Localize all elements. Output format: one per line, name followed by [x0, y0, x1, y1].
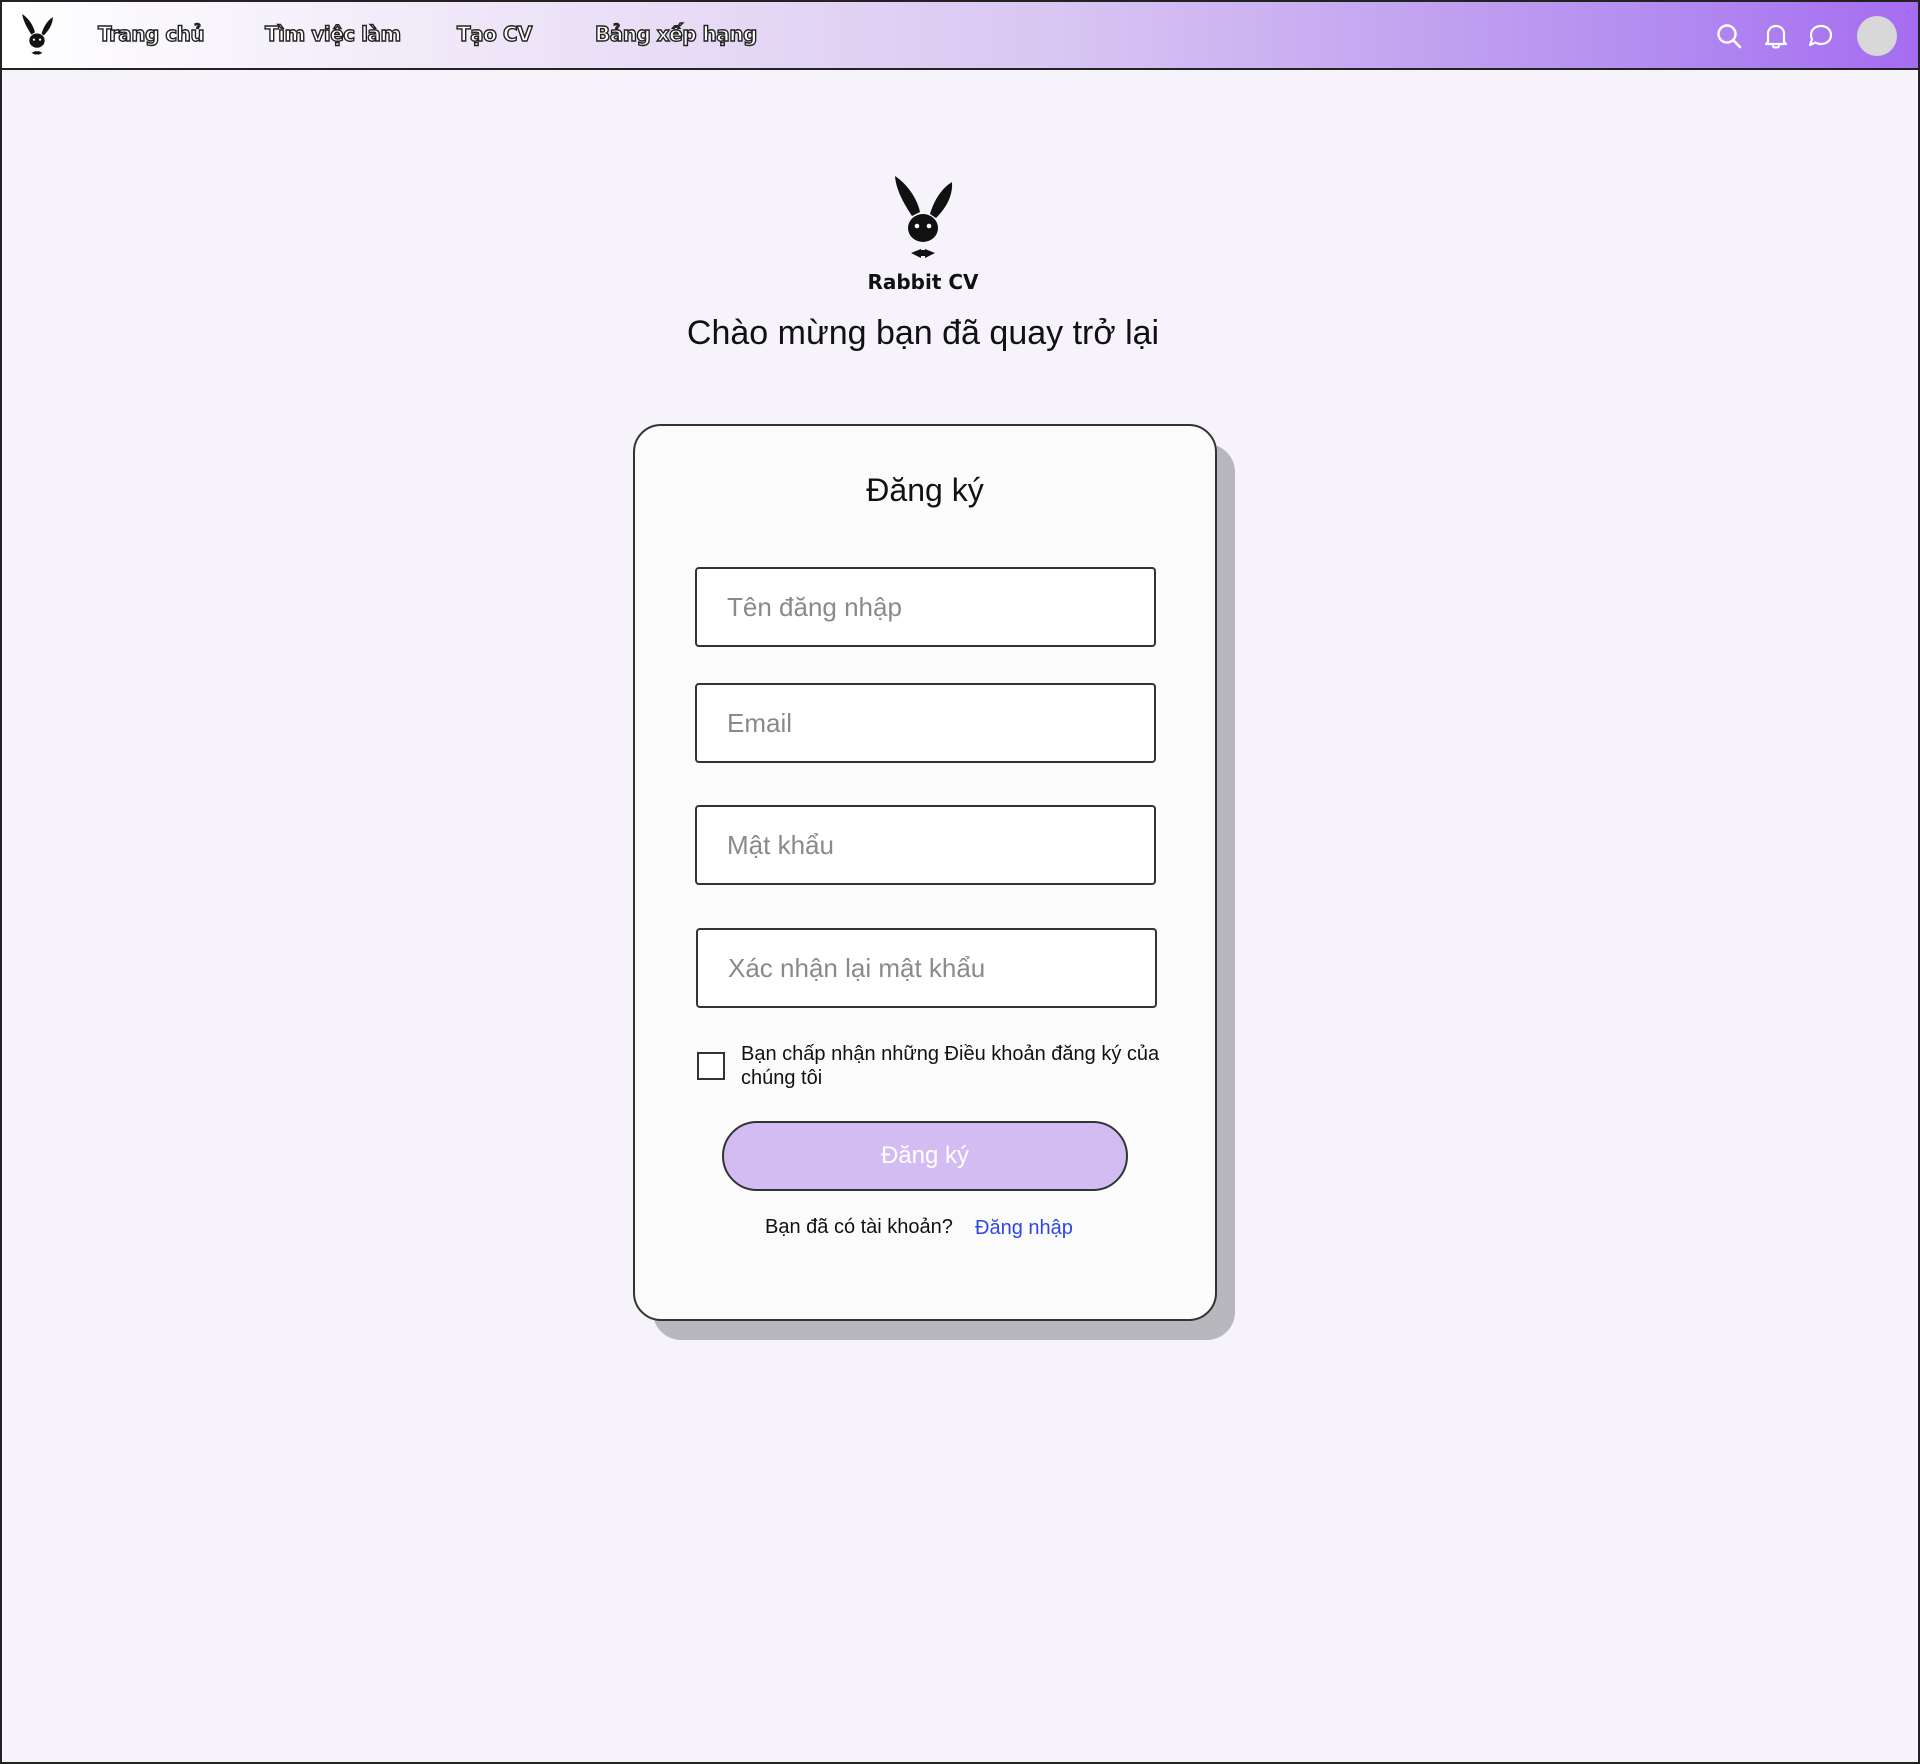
login-link[interactable]: Đăng nhập	[975, 1217, 1073, 1240]
welcome-heading: Chào mừng bạn đã quay trở lại	[686, 314, 1160, 352]
confirm-password-input[interactable]	[696, 928, 1157, 1008]
nav-link-find-jobs[interactable]: Tìm việc làm	[264, 21, 402, 46]
register-title: Đăng ký	[866, 472, 984, 508]
register-card: Đăng ký Bạn chấp nhận những Điều khoản đ…	[633, 424, 1217, 1321]
rabbit-logo-icon	[895, 176, 953, 258]
password-input[interactable]	[695, 805, 1156, 885]
chat-icon[interactable]	[1806, 22, 1834, 50]
page: Trang chủ Tìm việc làm Tạo CV Bảng xếp h…	[0, 0, 1920, 1764]
username-input[interactable]	[695, 567, 1156, 647]
top-nav-bar: Trang chủ Tìm việc làm Tạo CV Bảng xếp h…	[2, 2, 1918, 70]
rabbit-logo-icon[interactable]	[18, 14, 56, 58]
nav-link-create-cv[interactable]: Tạo CV	[456, 21, 533, 46]
avatar[interactable]	[1857, 16, 1897, 56]
brand-name: Rabbit CV	[867, 270, 979, 294]
register-button[interactable]: Đăng ký	[722, 1121, 1128, 1191]
nav-link-home[interactable]: Trang chủ	[97, 21, 205, 46]
bell-icon[interactable]	[1762, 22, 1790, 50]
email-input[interactable]	[695, 683, 1156, 763]
terms-checkbox[interactable]	[697, 1052, 725, 1080]
terms-label: Bạn chấp nhận những Điều khoản đăng ký c…	[741, 1043, 1160, 1089]
search-icon[interactable]	[1715, 22, 1743, 50]
nav-link-leaderboard[interactable]: Bảng xếp hạng	[594, 21, 758, 46]
have-account-text: Bạn đã có tài khoản?	[765, 1216, 953, 1238]
